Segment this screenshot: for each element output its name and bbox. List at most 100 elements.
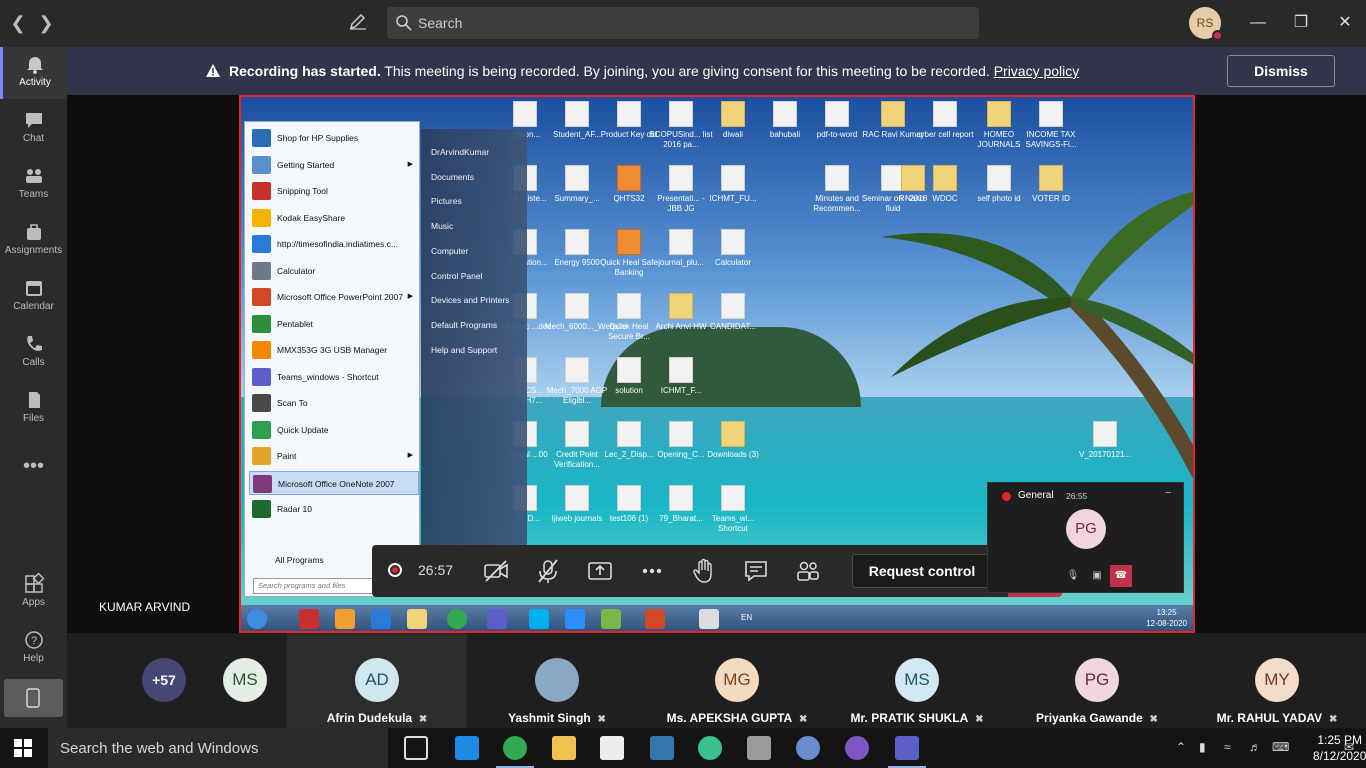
- start-menu-place[interactable]: Devices and Printers: [431, 295, 509, 305]
- participant-tile[interactable]: MS Mr. PRATIK SHUKLA ✖: [827, 633, 1007, 728]
- volume-icon[interactable]: ♬: [1249, 740, 1261, 754]
- windows-start-icon[interactable]: [14, 739, 32, 757]
- start-menu-item[interactable]: Calculator: [249, 259, 419, 283]
- desktop-icon[interactable]: Teams_wi... Shortcut: [701, 485, 765, 534]
- desktop-icon[interactable]: R- 2018: [881, 165, 945, 204]
- desktop-icon[interactable]: V_20170121...: [1073, 421, 1137, 460]
- teams-app-icon[interactable]: [895, 736, 919, 760]
- start-menu-item[interactable]: Radar 10: [249, 497, 419, 521]
- desktop-icon[interactable]: Calculator: [701, 229, 765, 268]
- start-menu-item[interactable]: Teams_windows - Shortcut: [249, 365, 419, 389]
- dismiss-button[interactable]: Dismiss: [1227, 55, 1335, 87]
- compose-icon[interactable]: [348, 11, 370, 35]
- participant-tile[interactable]: MS: [200, 633, 280, 728]
- start-menu-item[interactable]: http://timesofindia.indiatimes.c...: [249, 232, 419, 256]
- participants-icon[interactable]: [794, 557, 822, 585]
- python-icon[interactable]: [650, 736, 674, 760]
- desktop-icon[interactable]: pdf-to-word: [805, 101, 869, 140]
- search-box[interactable]: Search: [387, 7, 979, 39]
- task-view-icon[interactable]: [404, 736, 428, 760]
- more-apps-icon[interactable]: •••: [0, 455, 67, 478]
- start-menu-item[interactable]: Quick Update: [249, 418, 419, 442]
- database-icon[interactable]: [747, 736, 771, 760]
- more-actions-icon[interactable]: [638, 557, 666, 585]
- start-menu-place[interactable]: Pictures: [431, 196, 462, 206]
- start-menu-item[interactable]: Paint ▶: [249, 444, 419, 468]
- edge-icon[interactable]: [455, 736, 479, 760]
- mini-share-icon[interactable]: ▣: [1086, 565, 1108, 587]
- tray-chevron-icon[interactable]: ⌃: [1176, 740, 1186, 754]
- start-menu-item[interactable]: Snipping Tool: [249, 179, 419, 203]
- participant-tile[interactable]: MY Mr. RAHUL YADAV ✖: [1187, 633, 1366, 728]
- mic-off-icon[interactable]: [534, 557, 562, 585]
- start-menu-place[interactable]: Default Programs: [431, 320, 497, 330]
- mini-mic-icon[interactable]: 🎙: [1062, 565, 1084, 587]
- back-arrow-icon[interactable]: ❮: [8, 12, 28, 34]
- start-search-input[interactable]: Search programs and files: [253, 578, 373, 594]
- user-avatar[interactable]: RS: [1189, 7, 1223, 41]
- participant-tile[interactable]: MG Ms. APEKSHA GUPTA ✖: [647, 633, 827, 728]
- close-icon[interactable]: ✕: [1333, 10, 1357, 36]
- restore-icon[interactable]: ❐: [1289, 10, 1313, 36]
- windows-search-input[interactable]: Search the web and Windows: [48, 728, 388, 768]
- start-menu-item[interactable]: Microsoft Office OneNote 2007: [249, 470, 419, 495]
- battery-icon[interactable]: ▮: [1199, 740, 1206, 754]
- desktop-icon[interactable]: ICHMT_F...: [649, 357, 713, 396]
- wifi-icon[interactable]: ≈: [1224, 740, 1231, 754]
- all-programs[interactable]: All Programs: [275, 555, 324, 565]
- participant-tile[interactable]: PG Priyanka Gawande ✖: [1007, 633, 1187, 728]
- file-explorer-icon[interactable]: [552, 736, 576, 760]
- request-control-button[interactable]: Request control: [852, 554, 992, 588]
- start-menu-place[interactable]: Control Panel: [431, 271, 483, 281]
- chrome-taskbar-icon[interactable]: [503, 736, 527, 760]
- start-menu-item[interactable]: Kodak EasyShare: [249, 206, 419, 230]
- notification-icon[interactable]: ✉: [1344, 740, 1354, 754]
- call-mini-window[interactable]: General 26:55 – PG 🎙 ▣ ☎: [987, 482, 1184, 593]
- desktop-icon[interactable]: INCOME TAX SAVINGS-Fi...: [1019, 101, 1083, 150]
- start-menu-place[interactable]: Computer: [431, 246, 468, 256]
- rail-item-calls[interactable]: Calls: [0, 327, 67, 379]
- mini-hang-up-icon[interactable]: ☎: [1110, 565, 1132, 587]
- share-screen-icon[interactable]: [586, 557, 614, 585]
- device-settings-button[interactable]: [4, 679, 63, 717]
- start-menu-place[interactable]: DrArvindKumar: [431, 147, 489, 157]
- rail-item-assignments[interactable]: Assignments: [0, 215, 67, 267]
- mini-minimize-icon[interactable]: –: [1165, 487, 1171, 498]
- participant-tile[interactable]: Yashmit Singh ✖: [467, 633, 647, 728]
- desktop-icon[interactable]: ICHMT_FU...: [701, 165, 765, 204]
- rail-item-activity[interactable]: Activity: [0, 47, 67, 99]
- start-menu-item[interactable]: Shop for HP Supplies: [249, 126, 419, 150]
- start-menu-item[interactable]: Pentablet: [249, 312, 419, 336]
- start-menu-item[interactable]: Microsoft Office PowerPoint 2007 ▶: [249, 285, 419, 309]
- rail-item-calendar[interactable]: Calendar: [0, 271, 67, 323]
- desktop-icon[interactable]: CANDIDAT...: [701, 293, 765, 332]
- start-menu-item[interactable]: MMX353G 3G USB Manager: [249, 338, 419, 362]
- rail-item-teams[interactable]: Teams: [0, 159, 67, 211]
- start-menu-place[interactable]: Music: [431, 221, 453, 231]
- atom-icon[interactable]: [698, 736, 722, 760]
- system-clock[interactable]: 1:25 PM 8/12/2020: [1313, 732, 1366, 764]
- store-icon[interactable]: [600, 736, 624, 760]
- chat-toggle-icon[interactable]: [742, 557, 770, 585]
- overflow-participants-count[interactable]: +57: [142, 658, 186, 702]
- rail-item-chat[interactable]: Chat: [0, 103, 67, 155]
- camera-off-icon[interactable]: [482, 557, 510, 585]
- discord-icon[interactable]: [845, 736, 869, 760]
- participant-tile[interactable]: AD Afrin Dudekula ✖: [287, 633, 467, 728]
- rail-item-apps[interactable]: Apps: [0, 567, 67, 619]
- rail-item-help[interactable]: ? Help: [0, 623, 67, 675]
- desktop-icon[interactable]: Downloads (3): [701, 421, 765, 460]
- start-menu-place[interactable]: Help and Support: [431, 345, 497, 355]
- rail-item-files[interactable]: Files: [0, 383, 67, 435]
- forward-arrow-icon[interactable]: ❯: [36, 12, 56, 34]
- keyboard-icon[interactable]: ⌨: [1272, 740, 1289, 754]
- minimize-icon[interactable]: —: [1246, 10, 1270, 36]
- start-menu-item[interactable]: Getting Started ▶: [249, 153, 419, 177]
- start-menu-place[interactable]: Documents: [431, 172, 474, 182]
- desktop-icon[interactable]: VOTER ID: [1019, 165, 1083, 204]
- start-menu-item[interactable]: Scan To: [249, 391, 419, 415]
- desktop-icon[interactable]: Minutes and Recommen...: [805, 165, 869, 214]
- r-icon[interactable]: [796, 736, 820, 760]
- raise-hand-icon[interactable]: [690, 557, 718, 585]
- privacy-policy-link[interactable]: Privacy policy: [994, 63, 1080, 79]
